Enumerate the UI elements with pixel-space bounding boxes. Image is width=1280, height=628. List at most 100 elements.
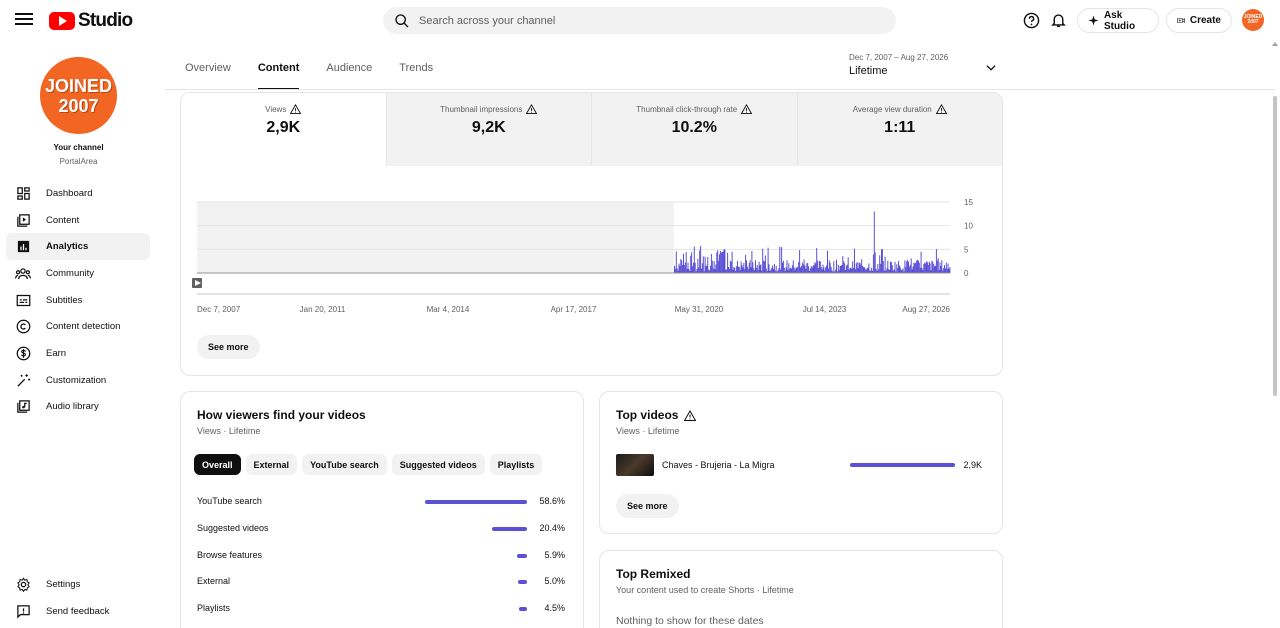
metric-thumbnail-impressions[interactable]: Thumbnail impressions 9,2K <box>385 93 592 166</box>
chart-x-tick: Aug 27, 2026 <box>902 305 950 314</box>
top-videos-see-more-button[interactable]: See more <box>616 494 679 518</box>
top-video-row[interactable]: Chaves - Brujeria - La Migra 2,9K <box>616 454 986 476</box>
gear-icon <box>15 576 31 592</box>
top-videos-title: Top videos <box>616 408 679 422</box>
see-more-button[interactable]: See more <box>197 335 260 359</box>
tab-trends[interactable]: Trends <box>399 62 433 90</box>
sidebar-item-community[interactable]: Community <box>6 260 150 287</box>
metric-tabs: Views 2,9K Thumbnail impressions 9,2K Th… <box>181 93 1002 166</box>
sidebar-item-send-feedback[interactable]: Send feedback <box>6 598 150 625</box>
sidebar-item-label: Settings <box>46 578 81 590</box>
sidebar-item-label: Content detection <box>46 321 121 333</box>
channel-label: Your channel <box>53 143 104 152</box>
sparkle-icon <box>1088 15 1099 26</box>
traffic-source-bar <box>491 526 527 531</box>
sidebar-item-label: Earn <box>46 347 67 359</box>
traffic-source-value: 58.6% <box>539 496 565 506</box>
sidebar-item-analytics[interactable]: Analytics <box>6 233 150 261</box>
sidebar-item-audio-library[interactable]: Audio library <box>6 394 150 421</box>
metric-value: 1:11 <box>884 119 916 136</box>
content-icon <box>15 212 31 228</box>
create-button[interactable]: Create <box>1166 8 1232 33</box>
channel-avatar[interactable]: JOINED 2007 <box>40 57 117 134</box>
analytics-icon <box>15 239 31 255</box>
help-icon[interactable] <box>1023 12 1040 29</box>
search-input[interactable] <box>419 14 859 27</box>
sidebar-item-label: Audio library <box>46 401 99 413</box>
chart-x-tick: Mar 4, 2014 <box>427 305 470 314</box>
chip-suggested-videos[interactable]: Suggested videos <box>391 454 485 475</box>
traffic-sources-card: How viewers find your videos Views · Lif… <box>180 391 584 628</box>
sidebar-item-dashboard[interactable]: Dashboard <box>6 180 150 207</box>
metric-label: Thumbnail impressions <box>440 104 523 114</box>
metric-click-through-rate[interactable]: Thumbnail click-through rate 10.2% <box>591 93 797 166</box>
date-range-label: Lifetime <box>849 65 888 77</box>
chart-x-tick: Jul 14, 2023 <box>803 305 847 314</box>
chart-x-tick: Dec 7, 2007 <box>197 305 241 314</box>
traffic-card-title: How viewers find your videos <box>197 408 366 422</box>
sidebar-nav: Dashboard Content Analytics Community Su… <box>6 180 150 420</box>
traffic-source-value: 5.9% <box>544 549 565 560</box>
create-video-icon <box>1177 18 1185 23</box>
tab-audience[interactable]: Audience <box>326 62 372 90</box>
chart-x-tick: Jan 20, 2011 <box>300 305 346 314</box>
traffic-source-bar <box>516 553 527 558</box>
top-remixed-subtitle: Your content used to create Shorts · Lif… <box>616 585 794 595</box>
metric-label-row: Views <box>181 104 386 114</box>
chart-y-tick: 15 <box>964 198 973 207</box>
metric-value: 9,2K <box>471 119 506 136</box>
audio-library-icon <box>15 399 31 415</box>
search-bar[interactable] <box>383 7 896 34</box>
chip-overall[interactable]: Overall <box>194 454 241 475</box>
analytics-tabs: Overview Content Audience Trends <box>185 62 460 90</box>
chart-x-tick: May 31, 2020 <box>675 305 724 314</box>
ask-studio-button[interactable]: Ask Studio <box>1077 8 1159 33</box>
create-label: Create <box>1189 15 1221 26</box>
metric-label: Views <box>265 104 287 114</box>
tab-content[interactable]: Content <box>257 62 299 90</box>
chip-youtube-search[interactable]: YouTube search <box>302 454 387 475</box>
traffic-source-label: YouTube search <box>197 496 262 506</box>
tab-overview[interactable]: Overview <box>185 62 231 90</box>
chip-external[interactable]: External <box>245 454 298 475</box>
sidebar-item-content-detection[interactable]: Content detection <box>6 313 150 340</box>
date-range-picker[interactable]: Dec 7, 2007 – Aug 27, 2026 Lifetime <box>849 53 1004 83</box>
bell-icon[interactable] <box>1050 11 1067 29</box>
warning-icon <box>290 104 302 114</box>
top-remixed-title: Top Remixed <box>616 567 691 581</box>
top-videos-subtitle: Views · Lifetime <box>616 426 680 436</box>
sidebar-item-customization[interactable]: Customization <box>6 367 150 394</box>
subtitles-icon <box>15 292 31 308</box>
metric-label-row: Thumbnail click-through rate <box>592 104 797 114</box>
sidebar-item-label: Send feedback <box>46 605 110 617</box>
metric-views[interactable]: Views 2,9K <box>181 93 386 166</box>
traffic-source-row: Playlists 4.5% <box>197 603 567 617</box>
sidebar-item-subtitles[interactable]: Subtitles <box>6 287 150 314</box>
chart-y-tick: 10 <box>964 222 973 231</box>
warning-icon <box>684 409 697 421</box>
account-avatar[interactable]: JOINED 2007 <box>1242 9 1264 31</box>
warning-icon <box>741 104 753 114</box>
top-bar: Studio Ask Studio Create JOINED 2007 <box>0 0 1280 40</box>
traffic-source-row: External 5.0% <box>197 576 567 590</box>
youtube-play-icon <box>49 12 75 30</box>
channel-avatar-line1: JOINED <box>44 75 113 96</box>
avatar-text-line2: 2007 <box>1247 19 1259 25</box>
traffic-source-label: Playlists <box>197 603 231 614</box>
menu-icon[interactable] <box>14 10 34 30</box>
youtube-studio-logo[interactable]: Studio <box>49 10 133 32</box>
metric-average-view-duration[interactable]: Average view duration 1:11 <box>796 93 1002 166</box>
channel-avatar-line2: 2007 <box>58 95 99 116</box>
copyright-icon <box>15 319 31 335</box>
sidebar-item-settings[interactable]: Settings <box>6 571 150 598</box>
dashboard-icon <box>15 185 31 201</box>
sidebar-item-earn[interactable]: Earn <box>6 340 150 367</box>
sidebar-item-label: Dashboard <box>46 187 93 199</box>
page-scrollbar[interactable] <box>1273 96 1277 396</box>
metric-label-row: Thumbnail impressions <box>387 104 592 114</box>
scroll-up-arrow[interactable] <box>1272 42 1278 46</box>
chip-playlists[interactable]: Playlists <box>489 454 543 475</box>
sidebar-item-content[interactable]: Content <box>6 207 150 234</box>
dollar-icon <box>15 345 31 361</box>
tabs-divider <box>165 89 1275 90</box>
